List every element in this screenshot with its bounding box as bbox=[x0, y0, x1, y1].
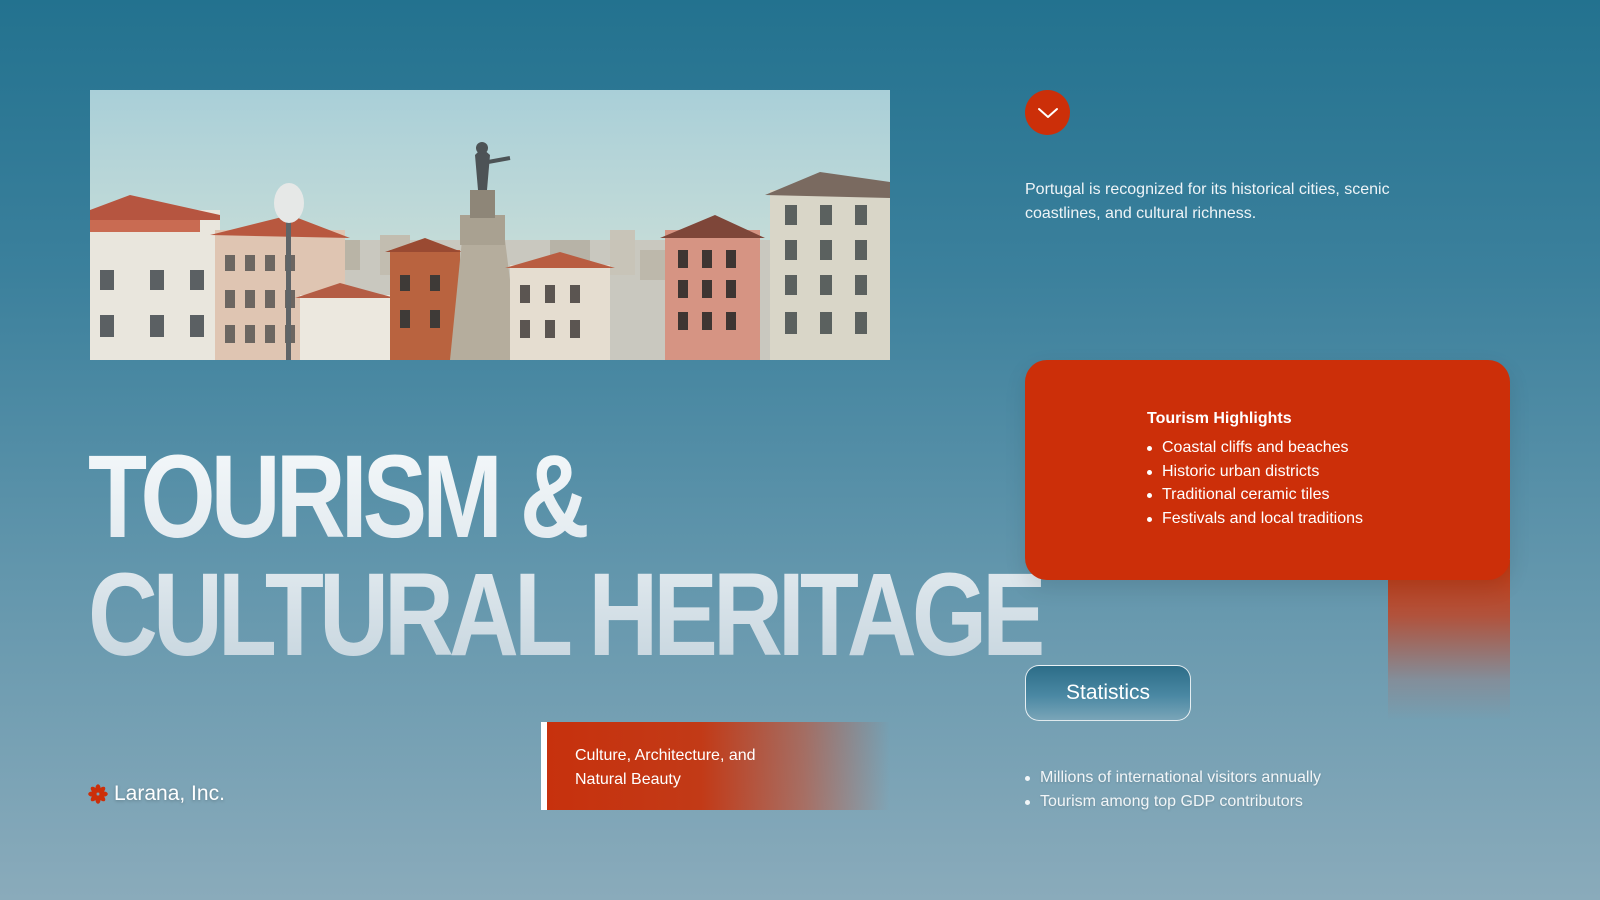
highlights-title: Tourism Highlights bbox=[1147, 410, 1292, 427]
list-item: Historic urban districts bbox=[1147, 460, 1510, 484]
list-item: Festivals and local traditions bbox=[1147, 507, 1510, 531]
list-item: Tourism among top GDP contributors bbox=[1025, 790, 1321, 814]
asterisk-flower-icon bbox=[88, 784, 108, 804]
list-item: Coastal cliffs and beaches bbox=[1147, 436, 1510, 460]
intro-line-1: Portugal is recognized for its historica… bbox=[1025, 181, 1390, 198]
brand: Larana, Inc. bbox=[88, 782, 225, 806]
title-line-1: TOURISM & bbox=[88, 431, 585, 563]
city-square-photo bbox=[90, 90, 890, 360]
subtitle-tag: Culture, Architecture, and Natural Beaut… bbox=[541, 722, 890, 810]
highlights-card: Tourism Highlights Coastal cliffs and be… bbox=[1025, 360, 1510, 580]
list-item: Millions of international visitors annua… bbox=[1025, 766, 1321, 790]
brand-name: Larana, Inc. bbox=[114, 782, 225, 805]
city-illustration bbox=[90, 142, 890, 360]
intro-line-2: coastlines, and cultural richness. bbox=[1025, 205, 1257, 222]
chevron-down-icon bbox=[1037, 107, 1058, 118]
page-title: TOURISM & CULTURAL HERITAGE bbox=[88, 438, 1042, 674]
statistics-button[interactable]: Statistics bbox=[1025, 665, 1191, 721]
subtitle-line-2: Natural Beauty bbox=[575, 770, 681, 788]
list-item: Traditional ceramic tiles bbox=[1147, 483, 1510, 507]
subtitle-line-1: Culture, Architecture, and bbox=[575, 747, 756, 764]
highlights-list: Coastal cliffs and beaches Historic urba… bbox=[1147, 436, 1510, 530]
statistics-list: Millions of international visitors annua… bbox=[1025, 766, 1321, 813]
highlights-card-tail bbox=[1388, 560, 1510, 720]
intro-text: Portugal is recognized for its historica… bbox=[1025, 178, 1455, 226]
scroll-down-button[interactable] bbox=[1025, 90, 1070, 135]
title-line-2: CULTURAL HERITAGE bbox=[88, 549, 1042, 681]
